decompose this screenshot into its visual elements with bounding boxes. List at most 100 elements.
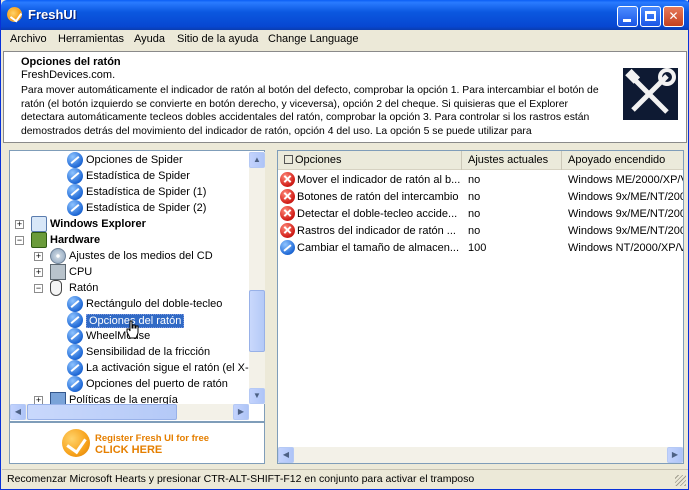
minimize-button[interactable] — [617, 6, 638, 27]
scroll-down-button[interactable]: ▼ — [249, 388, 265, 404]
tree-item[interactable]: La activación sigue el ratón (el X-F — [10, 360, 255, 376]
tree-item-label[interactable]: Windows Explorer — [50, 218, 146, 230]
tree-item-label[interactable]: Rectángulo del doble-tecleo — [86, 298, 222, 310]
tree-item-label[interactable]: Hardware — [50, 234, 100, 246]
page-title: Opciones del ratón — [21, 56, 121, 68]
tree-item[interactable]: + CPU — [10, 264, 250, 280]
collapse-icon[interactable]: − — [34, 284, 43, 293]
tree-item[interactable]: Opciones del puerto de ratón — [10, 376, 250, 392]
list-row[interactable]: Rastros del indicador de ratón ... no Wind… — [278, 223, 683, 240]
expand-icon[interactable]: + — [15, 220, 24, 229]
tree-item-label[interactable]: Opciones de Spider — [86, 154, 183, 166]
menu-sitio-ayuda[interactable]: Sitio de la ayuda — [177, 33, 258, 45]
supported-on: Windows NT/2000/XP/V — [568, 242, 683, 254]
wand-icon — [67, 376, 83, 392]
select-all-checkbox[interactable] — [284, 155, 293, 164]
maximize-button[interactable] — [640, 6, 661, 27]
scroll-right-button[interactable]: ▶ — [233, 404, 249, 420]
close-button[interactable]: ✕ — [663, 6, 684, 27]
explorer-icon — [31, 216, 47, 232]
option-name: Cambiar el tamaño de almacen... — [297, 242, 460, 254]
tree-item-label[interactable]: WheelMouse — [86, 330, 150, 342]
menu-change-language[interactable]: Change Language — [268, 33, 359, 45]
description-panel: Opciones del ratón FreshDevices.com. Par… — [3, 51, 687, 143]
tree-item[interactable]: Opciones de Spider — [10, 152, 250, 168]
wand-icon — [67, 344, 83, 360]
error-x-icon — [280, 189, 295, 204]
expand-icon[interactable]: + — [34, 268, 43, 277]
resize-grip-icon[interactable] — [675, 475, 686, 486]
wand-icon — [67, 168, 83, 184]
tree-item[interactable]: − Ratón — [10, 280, 250, 296]
scroll-right-button[interactable]: ▶ — [667, 447, 683, 463]
tree-item-label[interactable]: Estadística de Spider — [86, 170, 190, 182]
settings-tree[interactable]: Opciones de Spider Estadística de Spider E… — [9, 150, 265, 422]
tree-item[interactable]: − Hardware — [10, 232, 250, 248]
app-window: FreshUI ✕ Archivo Herramientas Ayuda Sit… — [0, 0, 689, 490]
title-bar[interactable]: FreshUI ✕ — [1, 0, 689, 30]
tree-item-label[interactable]: Opciones del puerto de ratón — [86, 378, 228, 390]
menu-herramientas[interactable]: Herramientas — [58, 33, 124, 45]
tree-item[interactable]: Rectángulo del doble-tecleo — [10, 296, 250, 312]
scroll-up-button[interactable]: ▲ — [249, 152, 265, 168]
column-ajustes-actuales[interactable]: Ajustes actuales — [462, 151, 562, 170]
wand-icon — [67, 200, 83, 216]
expand-icon[interactable]: + — [34, 252, 43, 261]
freshui-logo-icon — [62, 429, 90, 457]
supported-on: Windows 9x/ME/NT/200 — [568, 225, 683, 237]
list-row[interactable]: Mover el indicador de ratón al b... no Win… — [278, 172, 683, 189]
tree-item-label[interactable]: CPU — [69, 266, 92, 278]
tree-item-label[interactable]: Estadística de Spider (1) — [86, 186, 206, 198]
tree-item-label[interactable]: Ajustes de los medios del CD — [69, 250, 213, 262]
tree-item-label[interactable]: Ratón — [69, 282, 98, 294]
register-banner[interactable]: Register Fresh UI for free CLICK HERE — [9, 422, 265, 464]
current-setting: no — [468, 174, 481, 186]
supported-on: Windows 9x/ME/NT/200 — [568, 208, 683, 220]
column-opciones[interactable]: Opciones — [278, 151, 462, 170]
current-setting: no — [468, 225, 481, 237]
window-title: FreshUI — [28, 7, 77, 22]
tree-item[interactable]: + Windows Explorer — [10, 216, 250, 232]
menu-archivo[interactable]: Archivo — [10, 33, 47, 45]
register-text[interactable]: Register Fresh UI for free — [95, 433, 209, 444]
list-row[interactable]: Cambiar el tamaño de almacen... 100 Window… — [278, 240, 683, 257]
wand-icon — [67, 152, 83, 168]
tree-item[interactable]: + Ajustes de los medios del CD — [10, 248, 250, 264]
tree-item[interactable]: Sensibilidad de la fricción — [10, 344, 250, 360]
status-text: Recomenzar Microsoft Hearts y presionar … — [7, 473, 475, 485]
collapse-icon[interactable]: − — [15, 236, 24, 245]
scroll-thumb[interactable] — [249, 290, 265, 352]
wand-icon — [67, 312, 83, 328]
error-x-icon — [280, 172, 295, 187]
tree-item-label[interactable]: Sensibilidad de la fricción — [86, 346, 210, 358]
list-row[interactable]: Botones de ratón del intercambio no Window… — [278, 189, 683, 206]
hardware-icon — [31, 232, 47, 248]
tools-icon — [623, 68, 678, 120]
tree-horizontal-scrollbar[interactable]: ◀ ▶ — [10, 404, 249, 420]
page-description: Para mover automáticamente el indicador … — [21, 85, 599, 137]
error-x-icon — [280, 223, 295, 238]
freshui-logo-icon — [7, 7, 22, 22]
tree-item[interactable]: Estadística de Spider (2) — [10, 200, 250, 216]
minimize-icon — [623, 19, 631, 22]
scroll-thumb-horizontal[interactable] — [27, 404, 177, 420]
click-here-link[interactable]: CLICK HERE — [95, 444, 162, 456]
hand-cursor-icon — [126, 320, 139, 339]
current-setting: no — [468, 208, 481, 220]
scroll-left-button[interactable]: ◀ — [10, 404, 26, 420]
scroll-left-button[interactable]: ◀ — [278, 447, 294, 463]
list-header: Opciones Ajustes actuales Apoyado encend… — [278, 151, 683, 170]
menu-ayuda[interactable]: Ayuda — [134, 33, 165, 45]
close-icon: ✕ — [668, 9, 679, 23]
mouse-icon — [50, 280, 62, 296]
wand-icon — [67, 184, 83, 200]
column-apoyado-encendido[interactable]: Apoyado encendido — [562, 151, 683, 170]
tree-vertical-scrollbar[interactable]: ▲ ▼ — [249, 152, 265, 404]
tree-item-label[interactable]: La activación sigue el ratón (el X-F — [86, 362, 255, 374]
tree-item-label[interactable]: Estadística de Spider (2) — [86, 202, 206, 214]
supported-on: Windows 9x/ME/NT/200 — [568, 191, 683, 203]
tree-item[interactable]: Estadística de Spider — [10, 168, 250, 184]
list-row[interactable]: Detectar el doble-tecleo accide... no Wind… — [278, 206, 683, 223]
tree-item[interactable]: Estadística de Spider (1) — [10, 184, 250, 200]
list-horizontal-scrollbar[interactable]: ◀ ▶ — [278, 447, 683, 463]
